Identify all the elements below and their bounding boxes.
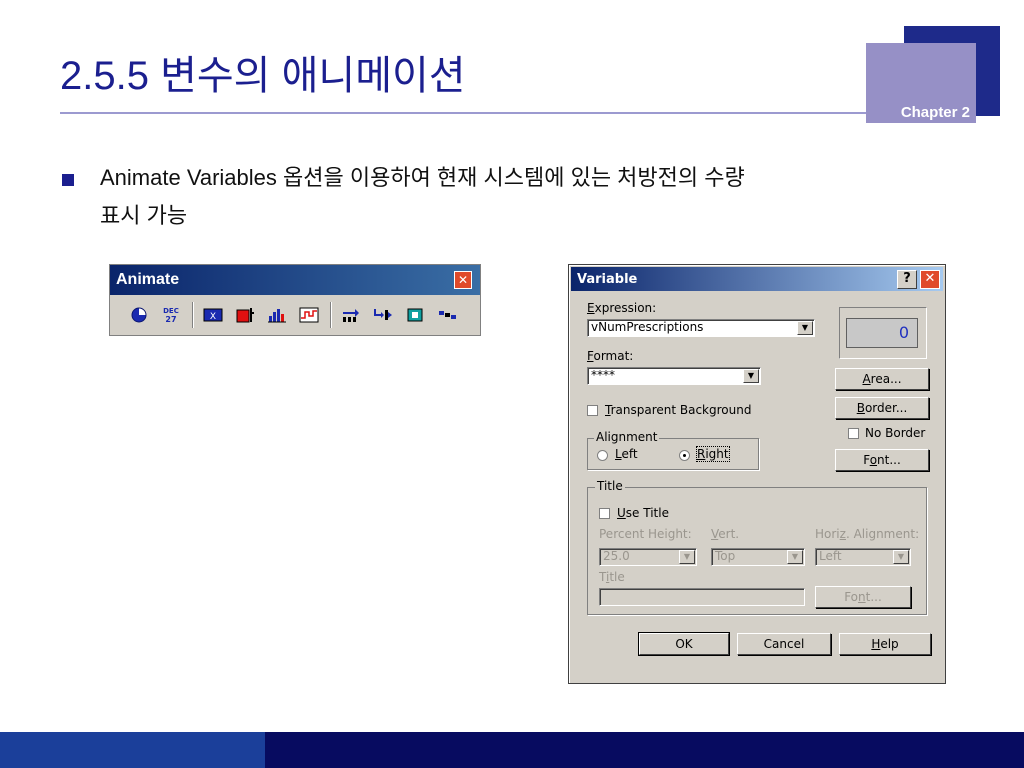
area-button[interactable]: Area... <box>835 368 929 390</box>
align-left-radio[interactable] <box>597 450 608 461</box>
help-button[interactable]: Help <box>839 633 931 655</box>
toolbar-separator <box>330 302 332 328</box>
transparent-background-label: Transparent Background <box>605 403 752 417</box>
title-divider <box>60 112 868 114</box>
use-title-checkbox[interactable] <box>599 508 610 519</box>
format-value: **** <box>591 368 615 382</box>
transfer-icon[interactable] <box>372 304 394 326</box>
horiz-alignment-value: Left <box>819 549 842 563</box>
bullet-text-line-2: 표시 가능 <box>100 203 188 228</box>
cancel-button[interactable]: Cancel <box>737 633 831 655</box>
format-label: Format: <box>587 349 634 363</box>
chevron-down-icon[interactable]: ▼ <box>787 550 803 564</box>
preview-value: 0 <box>846 318 918 348</box>
title-field-label: Title <box>599 570 625 584</box>
vert-combo[interactable]: Top ▼ <box>711 548 805 566</box>
variable-dialog: Variable ? ✕ Expression: vNumPrescriptio… <box>568 264 946 684</box>
title-font-button[interactable]: Font... <box>815 586 911 608</box>
horiz-alignment-combo[interactable]: Left ▼ <box>815 548 911 566</box>
chevron-down-icon[interactable]: ▼ <box>893 550 909 564</box>
toolbar-close-button[interactable]: ✕ <box>454 271 472 289</box>
entities-icon[interactable] <box>436 304 458 326</box>
horiz-alignment-label: Horiz. Alignment: <box>815 527 920 541</box>
transparent-background-checkbox[interactable] <box>587 405 598 416</box>
toolbar-titlebar[interactable]: Animate <box>110 265 480 295</box>
footer-bar-accent <box>0 732 265 768</box>
footer-bar <box>265 732 1024 768</box>
svg-text:X: X <box>210 312 216 322</box>
expression-value: vNumPrescriptions <box>591 320 704 334</box>
variable-icon[interactable]: X <box>202 304 224 326</box>
vert-value: Top <box>715 549 736 563</box>
level-icon[interactable] <box>234 304 256 326</box>
format-combo[interactable]: **** ▼ <box>587 367 761 385</box>
percent-height-label: Percent Height: <box>599 527 692 541</box>
dialog-title: Variable <box>577 272 638 287</box>
bullet-text-line-1: Animate Variables 옵션을 이용하여 현재 시스템에 있는 처방… <box>100 165 745 190</box>
bullet-icon <box>62 174 74 186</box>
percent-height-combo[interactable]: 25.0 ▼ <box>599 548 697 566</box>
title-input[interactable] <box>599 588 805 606</box>
plot-icon[interactable] <box>298 304 320 326</box>
expression-label: Expression: <box>587 301 657 315</box>
border-button[interactable]: Border... <box>835 397 929 419</box>
title-group-label: Title <box>595 479 625 493</box>
ok-button[interactable]: OK <box>638 632 730 656</box>
slide-title: 2.5.5 변수의 애니메이션 <box>60 54 466 98</box>
date-icon[interactable]: DEC 27 <box>160 304 182 326</box>
alignment-group-label: Alignment <box>594 430 660 444</box>
percent-height-value: 25.0 <box>603 549 630 563</box>
use-title-label: Use Title <box>617 506 669 520</box>
chevron-down-icon[interactable]: ▼ <box>743 369 759 383</box>
dialog-help-button[interactable]: ? <box>897 270 917 289</box>
svg-text:27: 27 <box>165 315 176 324</box>
queue-icon[interactable] <box>340 304 362 326</box>
preview-box: 0 <box>839 307 927 359</box>
align-right-radio[interactable] <box>679 450 690 461</box>
chapter-label: Chapter 2 <box>900 104 970 121</box>
toolbar-separator <box>192 302 194 328</box>
dialog-close-button[interactable]: ✕ <box>920 270 940 289</box>
dialog-titlebar[interactable]: Variable ? ✕ <box>571 267 943 291</box>
font-button[interactable]: Font... <box>835 449 929 471</box>
clock-icon[interactable] <box>128 304 150 326</box>
svg-text:DEC: DEC <box>163 307 179 315</box>
no-border-checkbox[interactable] <box>848 428 859 439</box>
expression-combo[interactable]: vNumPrescriptions ▼ <box>587 319 815 337</box>
no-border-label: No Border <box>865 426 926 440</box>
toolbar-title: Animate <box>116 271 180 288</box>
align-left-label: Left <box>615 447 638 461</box>
vert-label: Vert. <box>711 527 740 541</box>
align-right-label: Right <box>696 446 730 462</box>
animate-toolbar: Animate ✕ DEC 27 X <box>109 264 481 336</box>
chevron-down-icon[interactable]: ▼ <box>679 550 695 564</box>
histogram-icon[interactable] <box>266 304 288 326</box>
toolbar-buttons: DEC 27 X <box>110 295 480 335</box>
chevron-down-icon[interactable]: ▼ <box>797 321 813 335</box>
global-icon[interactable] <box>404 304 426 326</box>
